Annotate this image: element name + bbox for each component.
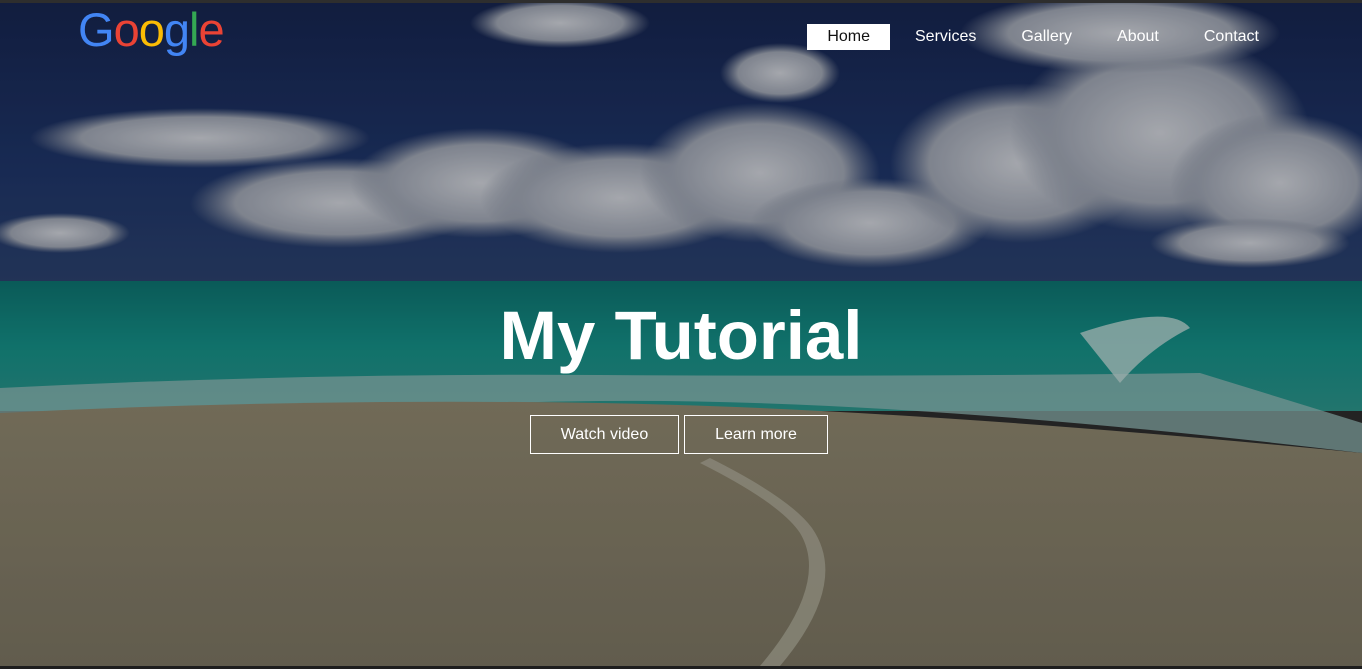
logo-letter: g <box>163 3 190 56</box>
logo-letter: l <box>188 3 200 56</box>
hero-buttons: Watch video Learn more <box>530 415 828 454</box>
learn-more-button[interactable]: Learn more <box>684 415 828 454</box>
nav-contact[interactable]: Contact <box>1184 24 1279 50</box>
watch-video-button[interactable]: Watch video <box>530 415 679 454</box>
logo-letter: o <box>113 3 140 56</box>
nav-about[interactable]: About <box>1097 24 1179 50</box>
nav-gallery[interactable]: Gallery <box>1001 24 1092 50</box>
logo-letter: G <box>78 3 115 56</box>
hero-title: My Tutorial <box>499 297 863 374</box>
google-logo[interactable]: Google <box>78 3 225 56</box>
window-top-edge <box>0 0 1362 3</box>
nav-services[interactable]: Services <box>895 24 996 50</box>
main-nav: Home Services Gallery About Contact <box>802 24 1279 50</box>
nav-home[interactable]: Home <box>807 24 890 50</box>
landing-page: Google Home Services Gallery About Conta… <box>0 0 1362 669</box>
logo-letter: e <box>198 3 224 56</box>
logo-letter: o <box>138 3 165 56</box>
